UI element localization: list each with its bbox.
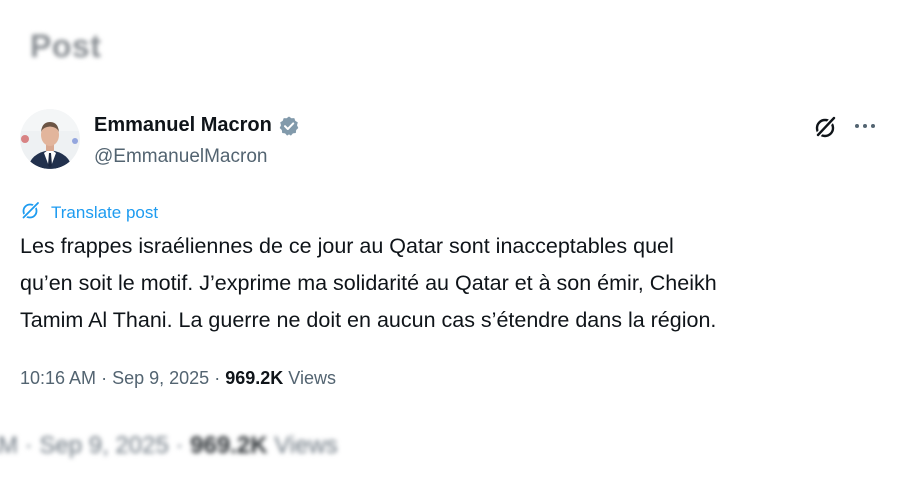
blurred-views-count: 969.2K (190, 432, 268, 459)
grok-icon[interactable] (813, 114, 839, 140)
translate-icon (20, 199, 51, 226)
more-icon[interactable] (851, 112, 879, 140)
blurred-metadata: AM · Sep 9, 2025 · 969.2K Views (0, 432, 338, 460)
author-handle[interactable]: @EmmanuelMacron (94, 146, 267, 168)
author-name[interactable]: Emmanuel Macron (94, 114, 272, 137)
meta-separator: · (214, 368, 221, 388)
views-count: 969.2K (225, 368, 284, 388)
views-label: Views (288, 368, 336, 388)
avatar-image (20, 109, 80, 169)
verified-badge-icon[interactable] (278, 115, 300, 137)
translate-post-label[interactable]: Translate post (51, 203, 158, 223)
meta-separator: · (175, 432, 184, 459)
meta-separator: · (101, 368, 108, 388)
page-title: Post (30, 28, 102, 64)
post-date[interactable]: Sep 9, 2025 (112, 368, 209, 388)
post-text-line: qu’en soit le motif. J’exprime ma solida… (20, 271, 717, 295)
meta-separator: · (24, 432, 33, 459)
post-metadata: 10:16 AM · Sep 9, 2025 · 969.2K Views (20, 368, 336, 389)
author-name-row[interactable]: Emmanuel Macron (94, 114, 300, 137)
post-text-line: Tamim Al Thani. La guerre ne doit en auc… (20, 308, 717, 332)
post-text-line: Les frappes israéliennes de ce jour au Q… (20, 234, 674, 258)
blurred-date: Sep 9, 2025 (39, 432, 169, 459)
translate-post-link[interactable]: Translate post (20, 199, 158, 226)
post-text: Les frappes israéliennes de ce jour au Q… (20, 228, 880, 339)
blurred-views-label: Views (274, 432, 338, 459)
post-time[interactable]: 10:16 AM (20, 368, 96, 388)
blurred-time: AM (0, 432, 18, 459)
avatar[interactable] (20, 109, 80, 169)
